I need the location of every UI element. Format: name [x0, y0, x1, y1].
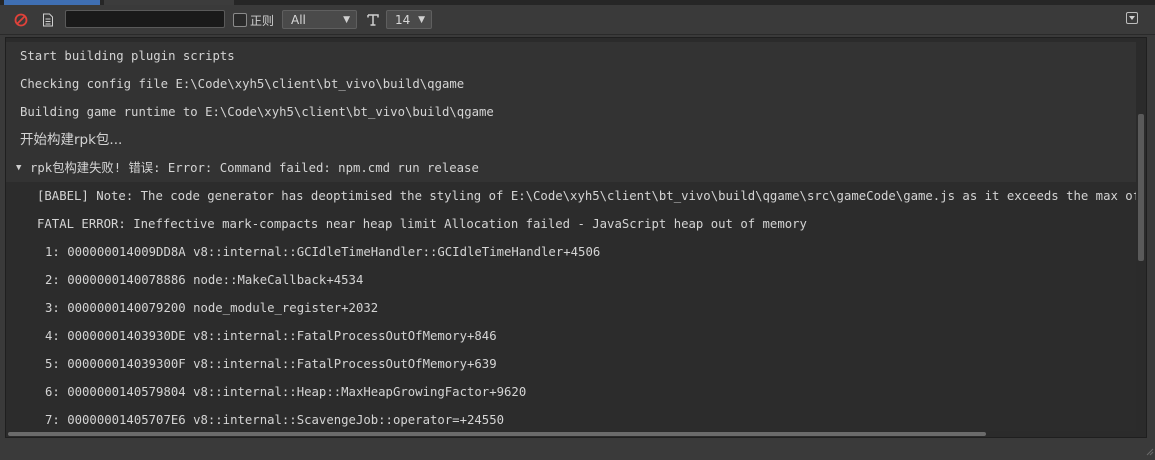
log-detail-line: 5: 000000014039300F v8::internal::FatalP… [6, 350, 1136, 378]
log-level-select[interactable]: All ▼ [282, 10, 357, 29]
log-detail-text: [BABEL] Note: The code generator has deo… [37, 189, 1136, 203]
log-detail-text: 3: 0000000140079200 node_module_register… [45, 301, 379, 315]
log-entry[interactable]: Building game runtime to E:\Code\xyh5\cl… [6, 98, 1136, 126]
log-detail-text: 2: 0000000140078886 node::MakeCallback+4… [45, 273, 364, 287]
log-detail-line: 2: 0000000140078886 node::MakeCallback+4… [6, 266, 1136, 294]
console-menu-button[interactable] [1126, 12, 1138, 24]
file-icon [43, 13, 53, 27]
log-entry-expandable[interactable]: ▼ rpk包构建失败! 错误: Error: Command failed: n… [6, 154, 1136, 182]
log-text: Building game runtime to E:\Code\xyh5\cl… [20, 105, 494, 119]
log-detail-text: 5: 000000014039300F v8::internal::FatalP… [45, 357, 497, 371]
log-detail-line: 6: 0000000140579804 v8::internal::Heap::… [6, 378, 1136, 406]
console-log-panel[interactable]: Start building plugin scripts Checking c… [5, 37, 1147, 438]
font-size-icon [365, 11, 381, 29]
clear-no-icon [14, 13, 28, 27]
font-size-select[interactable]: 14 ▼ [386, 10, 432, 29]
log-list: Start building plugin scripts Checking c… [6, 42, 1136, 434]
horizontal-scrollbar[interactable] [6, 431, 1137, 437]
log-entry[interactable]: Start building plugin scripts [6, 42, 1136, 70]
log-text: Checking config file E:\Code\xyh5\client… [20, 77, 465, 91]
log-entry[interactable]: Checking config file E:\Code\xyh5\client… [6, 70, 1136, 98]
log-detail-text: 4: 00000001403930DE v8::internal::FatalP… [45, 329, 497, 343]
regex-label: 正则 [250, 13, 275, 28]
log-detail-line: FATAL ERROR: Ineffective mark-compacts n… [6, 210, 1136, 238]
vertical-scrollbar[interactable] [1137, 38, 1146, 431]
clear-button[interactable] [12, 11, 30, 29]
log-detail-line: 7: 00000001405707E6 v8::internal::Scaven… [6, 406, 1136, 434]
log-detail-line: 1: 000000014009DD8A v8::internal::GCIdle… [6, 238, 1136, 266]
log-text: 开始构建rpk包... [20, 132, 123, 148]
chevron-down-icon: ▼ [343, 15, 350, 25]
log-detail-line: [BABEL] Note: The code generator has deo… [6, 182, 1136, 210]
log-detail-text: 7: 00000001405707E6 v8::internal::Scaven… [45, 413, 505, 427]
log-detail-line: 4: 00000001403930DE v8::internal::FatalP… [6, 322, 1136, 350]
vertical-scrollbar-thumb[interactable] [1138, 114, 1144, 261]
resize-grip-icon[interactable] [1146, 441, 1154, 456]
regex-toggle[interactable]: 正则 [233, 11, 274, 29]
regex-checkbox[interactable] [233, 13, 247, 27]
chevron-down-icon: ▼ [418, 15, 425, 25]
log-text: rpk包构建失败! 错误: Error: Command failed: npm… [30, 161, 479, 175]
search-input[interactable] [65, 10, 225, 28]
console-toolbar: 正则 All ▼ 14 ▼ [0, 5, 1155, 35]
log-level-value: All [291, 12, 306, 27]
log-text: Start building plugin scripts [20, 49, 235, 63]
horizontal-scrollbar-thumb[interactable] [8, 432, 986, 436]
expand-caret-icon[interactable]: ▼ [16, 154, 21, 182]
log-entry[interactable]: 开始构建rpk包... [6, 126, 1136, 154]
log-detail-text: FATAL ERROR: Ineffective mark-compacts n… [37, 217, 807, 231]
log-detail-text: 6: 0000000140579804 v8::internal::Heap::… [45, 385, 527, 399]
log-detail-line: 3: 0000000140079200 node_module_register… [6, 294, 1136, 322]
menu-dropdown-icon [1129, 16, 1135, 20]
open-log-file-button[interactable] [39, 11, 57, 29]
font-size-value: 14 [395, 12, 411, 27]
log-detail-text: 1: 000000014009DD8A v8::internal::GCIdle… [45, 245, 601, 259]
